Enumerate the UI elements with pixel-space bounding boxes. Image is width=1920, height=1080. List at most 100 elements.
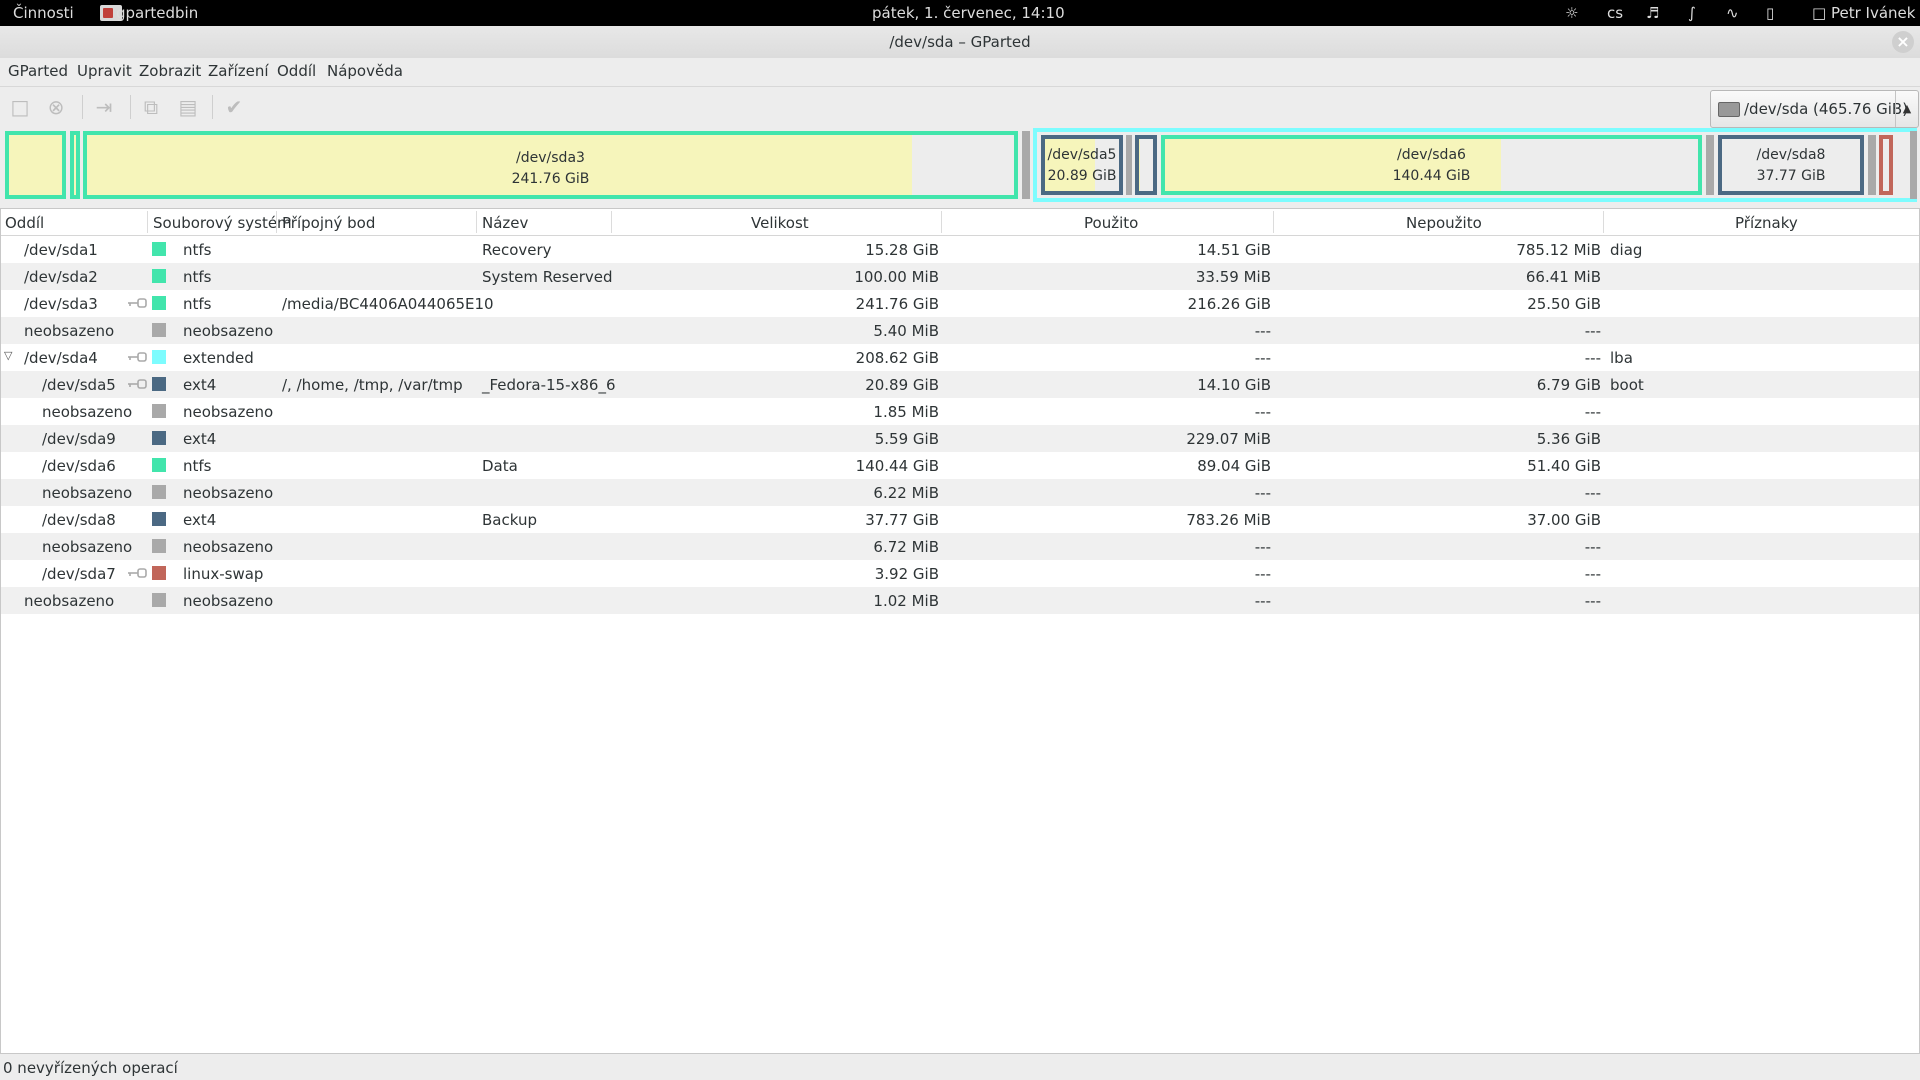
table-row[interactable]: /dev/sda2 ntfs System Reserved 100.00 MiB 33… [1,263,1919,290]
cell-filesystem: extended [183,349,254,367]
table-row[interactable]: ▽ /dev/sda4 extended 208.62 GiB --- --- lba [1,344,1919,371]
table-row[interactable]: /dev/sda9 ext4 5.59 GiB 229.07 MiB 5.36 GiB [1,425,1919,452]
app-menu[interactable]: gpartedbin [116,4,198,22]
cell-unused: --- [1584,349,1601,367]
cell-partition: /dev/sda8 [42,511,116,529]
cell-filesystem: ntfs [183,457,212,475]
menu-partition[interactable]: Oddíl [277,62,316,80]
cell-unused: 25.50 GiB [1527,295,1601,313]
cell-label: System Reserved [482,268,613,286]
menu-bar: GParted Upravit Zobrazit Zařízení Oddíl … [0,58,1920,84]
column-separator [1273,211,1274,233]
cell-filesystem: neobsazeno [183,403,274,421]
battery-icon[interactable]: ▯ [1766,4,1774,22]
table-row[interactable]: /dev/sda7 linux-swap 3.92 GiB --- --- [1,560,1919,587]
close-icon[interactable]: × [1892,31,1914,53]
table-row[interactable]: neobsazeno neobsazeno 6.72 MiB --- --- [1,533,1919,560]
column-size[interactable]: Velikost [751,214,809,232]
cell-partition: /dev/sda4 [24,349,98,367]
status-bar: 0 nevyřízených operací [0,1054,1920,1080]
diskmap-sda4-extended[interactable]: /dev/sda5 20.89 GiB /dev/sda6 140.44 GiB… [1033,128,1917,202]
menu-gparted[interactable]: GParted [8,62,68,80]
window-title: /dev/sda – GParted [889,33,1031,51]
menu-device[interactable]: Zařízení [208,62,269,80]
table-row[interactable]: /dev/sda8 ext4 Backup 37.77 GiB 783.26 MiB 37… [1,506,1919,533]
window-titlebar: /dev/sda – GParted × [0,26,1920,59]
cell-used: 89.04 GiB [1197,457,1271,475]
diskmap-sda3[interactable]: /dev/sda3 241.76 GiB [83,131,1018,199]
table-row[interactable]: /dev/sda6 ntfs Data 140.44 GiB 89.04 GiB 51.4… [1,452,1919,479]
cell-partition: /dev/sda6 [42,457,116,475]
bluetooth-icon[interactable]: ∫ [1688,4,1696,22]
column-mountpoint[interactable]: Přípojný bod [282,214,375,232]
filesystem-color-swatch [152,350,166,364]
key-lock-icon [127,566,147,580]
diskmap-unallocated[interactable] [1022,131,1030,199]
column-filesystem[interactable]: Souborový systém [153,214,292,232]
column-separator [611,211,612,233]
column-used[interactable]: Použito [1084,214,1138,232]
menu-help[interactable]: Nápověda [327,62,403,80]
expander-triangle-icon[interactable]: ▽ [4,349,12,362]
diskmap-sda9[interactable] [1135,135,1157,195]
cell-partition: neobsazeno [24,592,115,610]
cell-unused: --- [1584,322,1601,340]
chat-icon[interactable]: □ [1812,4,1826,22]
device-selector[interactable]: /dev/sda (465.76 GiB) ▲ [1710,90,1919,128]
diskmap-sda6[interactable]: /dev/sda6 140.44 GiB [1161,135,1702,195]
column-unused[interactable]: Nepoužito [1406,214,1482,232]
table-row[interactable]: neobsazeno neobsazeno 6.22 MiB --- --- [1,479,1919,506]
cell-label: Recovery [482,241,552,259]
cell-unused: --- [1584,538,1601,556]
volume-icon[interactable]: ♬ [1646,4,1659,22]
diskmap-unallocated[interactable] [1706,135,1714,195]
diskmap-sda5[interactable]: /dev/sda5 20.89 GiB [1041,135,1123,195]
key-lock-icon [127,296,147,310]
table-row[interactable]: /dev/sda5 ext4 /, /home, /tmp, /var/tmp _Fe… [1,371,1919,398]
cell-used: --- [1254,349,1271,367]
menu-view[interactable]: Zobrazit [139,62,201,80]
diskmap-unallocated[interactable] [1910,131,1917,199]
cell-label: _Fedora-15-x86_6 [482,376,616,394]
cell-size: 140.44 GiB [855,457,939,475]
cell-unused: --- [1584,484,1601,502]
table-row[interactable]: /dev/sda3 ntfs/media/BC4406A044065E10 241.… [1,290,1919,317]
diskmap-unallocated[interactable] [1868,135,1876,195]
new-partition-icon[interactable]: □ [8,95,32,119]
diskmap-sda2[interactable] [70,131,80,199]
cell-unused: --- [1584,592,1601,610]
activities-button[interactable]: Činnosti [13,4,74,22]
diskmap-sda8[interactable]: /dev/sda8 37.77 GiB [1718,135,1864,195]
table-row[interactable]: neobsazeno neobsazeno 5.40 MiB --- --- [1,317,1919,344]
diskmap-sda7[interactable] [1879,135,1893,195]
column-label[interactable]: Název [482,214,528,232]
paste-icon[interactable]: ▤ [176,95,200,119]
delete-partition-icon[interactable]: ⊗ [44,95,68,119]
clock[interactable]: pátek, 1. červenec, 14:10 [872,4,1065,22]
filesystem-color-swatch [152,242,166,256]
user-menu[interactable]: Petr Ivánek [1831,4,1915,22]
resize-move-icon[interactable]: ⇥ [92,95,116,119]
menu-edit[interactable]: Upravit [77,62,132,80]
cell-used: 14.10 GiB [1197,376,1271,394]
cell-size: 1.85 MiB [873,403,939,421]
apply-checkmark-icon[interactable]: ✔ [222,95,246,119]
diskmap-sda1[interactable] [5,131,66,199]
cell-size: 37.77 GiB [865,511,939,529]
table-row[interactable]: /dev/sda1 ntfs Recovery 15.28 GiB 14.51 GiB 7… [1,236,1919,263]
table-row[interactable]: neobsazeno neobsazeno 1.85 MiB --- --- [1,398,1919,425]
copy-icon[interactable]: ⧉ [139,95,163,119]
filesystem-color-swatch [152,323,166,337]
filesystem-color-swatch [152,458,166,472]
table-row[interactable]: neobsazeno neobsazeno 1.02 MiB --- --- [1,587,1919,614]
diskmap-unallocated[interactable] [1126,135,1132,195]
accessibility-icon[interactable]: ☼ [1565,4,1578,22]
keyboard-layout[interactable]: cs [1607,4,1623,22]
wifi-icon[interactable]: ∿ [1726,4,1739,22]
key-lock-icon [127,350,147,364]
column-partition[interactable]: Oddíl [5,214,44,232]
cell-partition: /dev/sda9 [42,430,116,448]
column-flags[interactable]: Příznaky [1735,214,1798,232]
top-bar: Činnosti gpartedbin pátek, 1. červenec, … [0,0,1920,26]
cell-partition: /dev/sda2 [24,268,98,286]
